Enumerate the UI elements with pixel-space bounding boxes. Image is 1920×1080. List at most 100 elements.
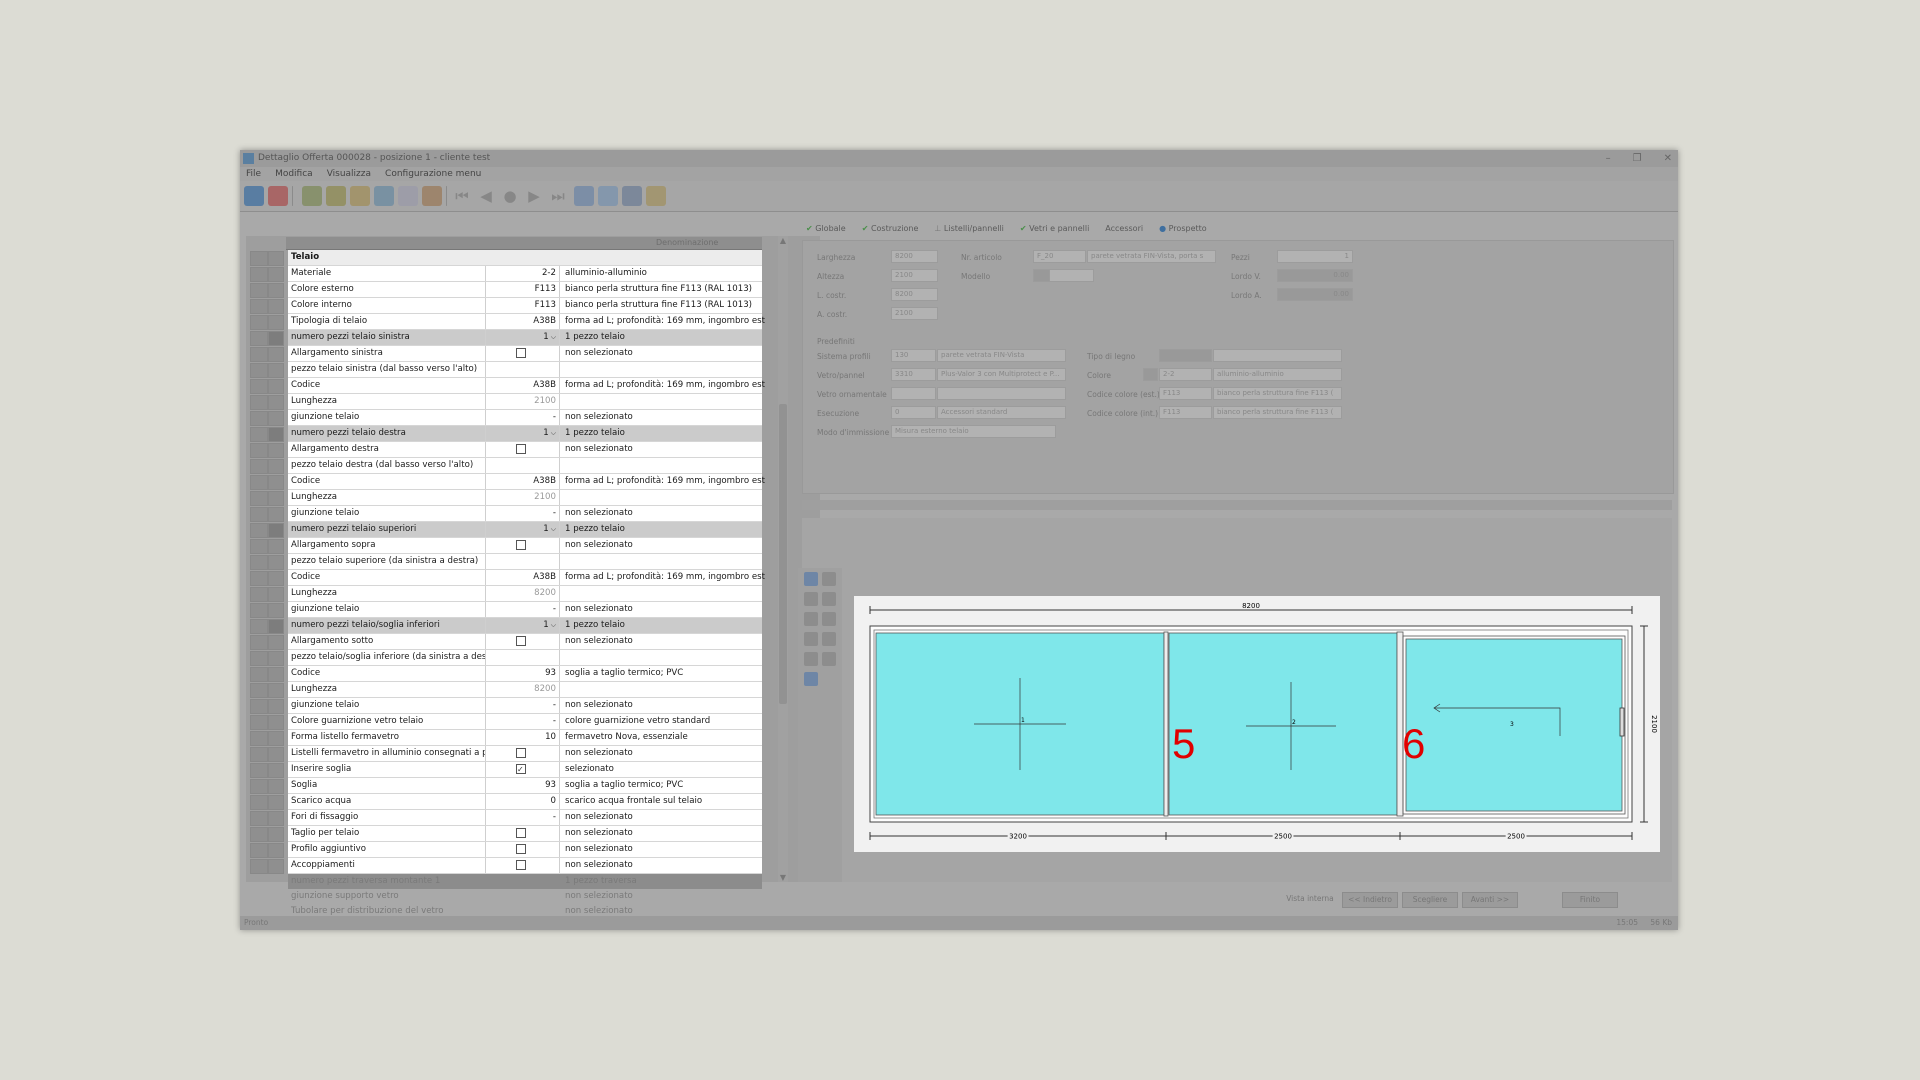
- grid-row[interactable]: Lunghezza 8200: [288, 682, 762, 698]
- grid-checkbox[interactable]: [516, 762, 526, 777]
- vetro-field[interactable]: 3310: [891, 368, 936, 381]
- grid-cell-code[interactable]: [486, 634, 560, 649]
- select-tool-icon[interactable]: [804, 572, 818, 586]
- ruler-icon[interactable]: [350, 186, 370, 206]
- save-icon[interactable]: [244, 186, 264, 206]
- grid-scrollbar[interactable]: ▲ ▼: [778, 236, 788, 882]
- stop-icon[interactable]: ●: [500, 186, 520, 206]
- grid-row[interactable]: numero pezzi telaio destra 1 ⌵ 1 pezzo tela…: [288, 426, 762, 442]
- grid-cell-code[interactable]: 93: [486, 778, 560, 793]
- acost-field[interactable]: 2100: [891, 307, 938, 320]
- tab-vetri[interactable]: Vetri e pannelli: [1020, 222, 1089, 236]
- row-selector[interactable]: [250, 507, 268, 522]
- row-selector[interactable]: [250, 587, 268, 602]
- menu-file[interactable]: File: [246, 167, 261, 181]
- calculator-icon[interactable]: [622, 186, 642, 206]
- row-selector[interactable]: [250, 539, 268, 554]
- key-icon[interactable]: [646, 186, 666, 206]
- row-selector[interactable]: [250, 555, 268, 570]
- grid-row[interactable]: Allargamento sotto non selezionato: [288, 634, 762, 650]
- grid-cell-code[interactable]: [486, 842, 560, 857]
- grid-cell-code[interactable]: 1 ⌵: [486, 330, 560, 345]
- grid-cell-code[interactable]: [486, 762, 560, 777]
- grid-cell-code[interactable]: [486, 554, 560, 569]
- grid-cell-code[interactable]: [486, 346, 560, 361]
- mirror-tool-icon[interactable]: [804, 652, 818, 666]
- grid-row[interactable]: Allargamento sinistra non selezionato: [288, 346, 762, 362]
- articolo-field[interactable]: F_20: [1033, 250, 1086, 263]
- zoom-tool-icon[interactable]: [804, 592, 818, 606]
- grid-cell-code[interactable]: [486, 362, 560, 377]
- grid-cell-code[interactable]: [486, 538, 560, 553]
- grid-checkbox[interactable]: [516, 859, 526, 870]
- grid-row[interactable]: pezzo telaio superiore (da sinistra a de…: [288, 554, 762, 570]
- grid-cell-code[interactable]: [486, 442, 560, 457]
- grid-checkbox[interactable]: [516, 843, 526, 854]
- scroll-down-icon[interactable]: ▼: [778, 873, 788, 882]
- close-button[interactable]: ✕: [1664, 150, 1672, 167]
- lcost-field[interactable]: 8200: [891, 288, 938, 301]
- document-icon[interactable]: [398, 186, 418, 206]
- grid-cell-code[interactable]: 93: [486, 666, 560, 681]
- pencil-icon[interactable]: [326, 186, 346, 206]
- row-selector[interactable]: [250, 651, 268, 666]
- esecuzione-field[interactable]: 0: [891, 406, 936, 419]
- grid-row[interactable]: Colore interno F113 bianco perla struttura…: [288, 298, 762, 314]
- chevron-down-icon[interactable]: ⌵: [551, 621, 556, 629]
- next-record-icon[interactable]: ▶: [524, 186, 544, 206]
- row-selector[interactable]: [250, 379, 268, 394]
- grid-checkbox[interactable]: [516, 827, 526, 838]
- row-selector[interactable]: [250, 331, 268, 346]
- grid-row[interactable]: Codice A38B forma ad L; profondità: 169 mm…: [288, 570, 765, 586]
- cut-tool-icon[interactable]: [822, 612, 836, 626]
- chevron-down-icon[interactable]: ⌵: [551, 333, 556, 341]
- grid-cell-code[interactable]: -: [486, 714, 560, 729]
- grid-row[interactable]: Inserire soglia selezionato: [288, 762, 762, 778]
- next-button[interactable]: Avanti >>: [1462, 892, 1518, 908]
- grid-cell-code[interactable]: 1 ⌵: [486, 618, 560, 633]
- grid-checkbox[interactable]: [516, 747, 526, 758]
- grid-row[interactable]: numero pezzi telaio superiori 1 ⌵ 1 pezzo t…: [288, 522, 762, 538]
- grid-row[interactable]: numero pezzi telaio sinistra 1 ⌵ 1 pezzo te…: [288, 330, 762, 346]
- grid-cell-code[interactable]: -: [486, 698, 560, 713]
- grid-row[interactable]: pezzo telaio destra (dal basso verso l'a…: [288, 458, 762, 474]
- tab-prospetto[interactable]: Prospetto: [1159, 222, 1207, 236]
- row-selector[interactable]: [250, 427, 268, 442]
- grid-cell-code[interactable]: [486, 650, 560, 665]
- measure-tool-icon[interactable]: [804, 612, 818, 626]
- row-selector[interactable]: [250, 779, 268, 794]
- frame-tool-icon[interactable]: [804, 632, 818, 646]
- grid-checkbox[interactable]: [516, 347, 526, 358]
- colore-field[interactable]: 2-2: [1159, 368, 1212, 381]
- grid-row[interactable]: Tipologia di telaio A38B forma ad L; profo…: [288, 314, 765, 330]
- row-selector[interactable]: [250, 571, 268, 586]
- rotate-tool-icon[interactable]: [822, 572, 836, 586]
- grid-row-faded[interactable]: giunzione supporto vetro non selezionato: [288, 889, 762, 904]
- scroll-thumb[interactable]: [779, 404, 787, 704]
- row-selector[interactable]: [250, 747, 268, 762]
- grid-checkbox[interactable]: [516, 539, 526, 550]
- back-button[interactable]: << Indietro: [1342, 892, 1398, 908]
- grid-row[interactable]: Codice A38B forma ad L; profondità: 169 mm…: [288, 474, 765, 490]
- delete-icon[interactable]: [268, 186, 288, 206]
- grid-row[interactable]: Codice A38B forma ad L; profondità: 169 mm…: [288, 378, 765, 394]
- vista-interna-button[interactable]: Vista interna: [1282, 892, 1338, 906]
- glass-pane-2[interactable]: [1168, 632, 1398, 816]
- grid-row[interactable]: Forma listello fermavetro 10 fermavetro No…: [288, 730, 762, 746]
- grid-row[interactable]: pezzo telaio/soglia inferiore (da sinist…: [288, 650, 762, 666]
- grid-cell-code[interactable]: A38B: [486, 570, 560, 585]
- grid-cell-code[interactable]: F113: [486, 282, 560, 297]
- grid-row[interactable]: Materiale 2-2 alluminio-alluminio: [288, 266, 762, 282]
- grid-row[interactable]: pezzo telaio sinistra (dal basso verso l…: [288, 362, 762, 378]
- menu-configurazione[interactable]: Configurazione menu: [385, 167, 481, 181]
- row-selector[interactable]: [250, 299, 268, 314]
- row-selector[interactable]: [250, 715, 268, 730]
- row-selector[interactable]: [250, 347, 268, 362]
- modo-immissione-select[interactable]: Misura esterno telaio: [891, 425, 1056, 438]
- row-selector[interactable]: [250, 363, 268, 378]
- grid-row[interactable]: Scarico acqua 0 scarico acqua frontale sul…: [288, 794, 762, 810]
- row-selector[interactable]: [250, 283, 268, 298]
- menu-modifica[interactable]: Modifica: [275, 167, 313, 181]
- grid-cell-code[interactable]: 2100: [486, 490, 560, 505]
- row-selector[interactable]: [250, 843, 268, 858]
